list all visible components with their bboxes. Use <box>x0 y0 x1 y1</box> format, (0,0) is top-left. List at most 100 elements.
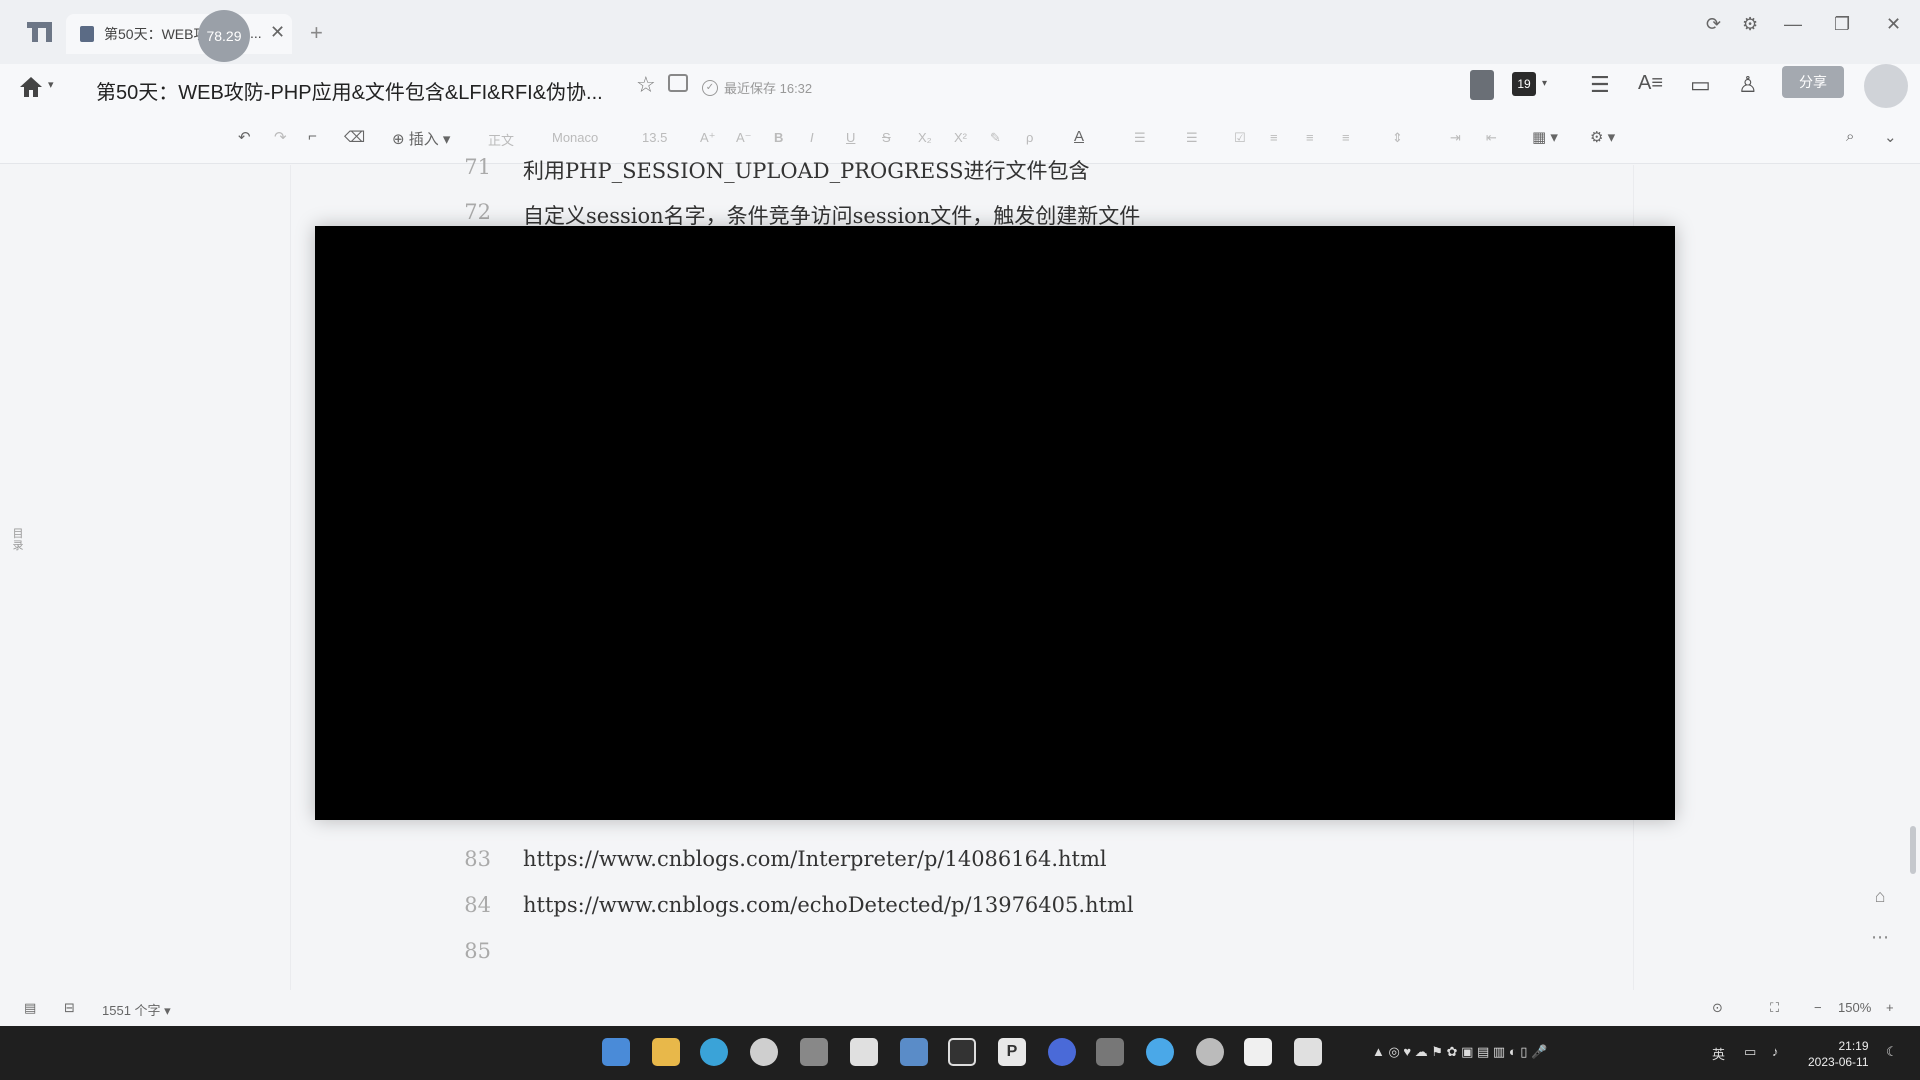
line-number: 71 <box>464 155 491 179</box>
line-spacing-icon[interactable]: ⇕ <box>1392 130 1403 146</box>
undo-icon[interactable]: ↶ <box>238 128 251 146</box>
terminal-icon[interactable] <box>948 1038 976 1066</box>
chat-icon[interactable] <box>1146 1038 1174 1066</box>
file-explorer-icon[interactable] <box>652 1038 680 1066</box>
bullet-list-icon[interactable]: ☰ <box>1134 130 1146 146</box>
line-number: 85 <box>464 939 491 963</box>
play-icon[interactable]: ⊙ <box>1712 1000 1723 1016</box>
align-right-icon[interactable]: ≡ <box>1342 130 1350 145</box>
close-window-button[interactable]: ✕ <box>1886 14 1901 35</box>
outline-icon[interactable]: ▤ <box>24 1000 36 1016</box>
search-icon[interactable]: ⌕ <box>1846 128 1854 145</box>
app-logo-icon <box>27 22 52 42</box>
toc-tab[interactable]: 目录 <box>8 528 28 574</box>
collaborator-count[interactable]: 19 <box>1512 72 1536 96</box>
notification-icon[interactable]: ☾ <box>1886 1044 1898 1060</box>
browser-icon[interactable] <box>750 1038 778 1066</box>
media-icon[interactable] <box>1196 1038 1224 1066</box>
line-text: https://www.cnblogs.com/echoDetected/p/1… <box>523 893 1134 917</box>
ime-indicator[interactable]: 英 <box>1712 1044 1725 1063</box>
zoom-in-button[interactable]: + <box>1886 1000 1894 1015</box>
increase-font-icon[interactable]: A⁺ <box>700 130 716 146</box>
chevron-down-icon[interactable]: ⌄ <box>1884 128 1897 146</box>
chevron-down-icon[interactable]: ▾ <box>48 78 54 91</box>
checklist-icon[interactable]: ☑ <box>1234 130 1246 146</box>
title-bar: 第50天：WEB攻防-PHP应用&文件包含&LFI&RFI&伪协议 78.29 … <box>0 0 1920 64</box>
start-icon[interactable] <box>602 1038 630 1066</box>
scrollbar[interactable] <box>1910 826 1916 874</box>
photos-icon[interactable] <box>900 1038 928 1066</box>
zoom-level[interactable]: 150% <box>1838 1000 1871 1015</box>
close-tab-icon[interactable]: ✕ <box>270 22 285 43</box>
volume-icon[interactable]: ♪ <box>1772 1044 1779 1059</box>
sync-icon[interactable] <box>1048 1038 1076 1066</box>
insert-button[interactable]: ⊕ 插入 ▾ <box>392 128 450 149</box>
star-icon[interactable]: ☆ <box>636 72 656 98</box>
share-button[interactable]: 分享 <box>1782 66 1844 98</box>
document-tab[interactable]: 第50天：WEB攻防-PHP应用&文件包含&LFI&RFI&伪协议 78.29 … <box>66 10 292 62</box>
app-icon[interactable] <box>850 1038 878 1066</box>
line-text: 利用PHP_SESSION_UPLOAD_PROGRESS进行文件包含 <box>523 159 1090 183</box>
style-select[interactable]: 正文 <box>488 130 514 149</box>
ai-icon[interactable] <box>800 1038 828 1066</box>
tray-icons[interactable]: ▲ ◎ ♥ ☁ ⚑ ✿ ▣ ▤ ▥ ◐ ▯ 🎤 <box>1372 1044 1547 1060</box>
tab-ellipsis: ... <box>250 25 262 41</box>
align-left-icon[interactable]: ≡ <box>1270 130 1278 145</box>
more-icon[interactable]: ⋯ <box>1860 927 1900 948</box>
font-select[interactable]: Monaco <box>552 130 598 145</box>
collaborators-icon[interactable] <box>1470 70 1494 100</box>
qr-icon[interactable] <box>1096 1038 1124 1066</box>
italic-icon[interactable]: I <box>810 130 814 145</box>
feedback-icon[interactable]: ⌂ <box>1860 886 1900 907</box>
user-icon[interactable]: ♙ <box>1738 72 1758 98</box>
avatar[interactable] <box>1864 64 1908 108</box>
indent-icon[interactable]: ⇥ <box>1450 130 1461 146</box>
underline-icon[interactable]: U <box>846 130 855 145</box>
font-color-icon[interactable]: A <box>1074 128 1084 145</box>
line-number: 72 <box>464 200 491 224</box>
line-number: 84 <box>464 893 491 917</box>
fullscreen-icon[interactable]: ⛶ <box>1770 1000 1779 1016</box>
page-title[interactable]: 第50天：WEB攻防-PHP应用&文件包含&LFI&RFI&伪协... <box>96 76 603 105</box>
notes-icon[interactable] <box>1294 1038 1322 1066</box>
font-size-select[interactable]: 13.5 <box>642 130 667 145</box>
clock-date: 2023-06-11 <box>1808 1055 1869 1069</box>
save-status: ✓ 最近保存 16:32 <box>702 78 812 97</box>
edge-icon[interactable] <box>700 1038 728 1066</box>
docs-icon[interactable] <box>1244 1038 1272 1066</box>
present-icon[interactable]: ▭ <box>1690 72 1711 98</box>
numbered-list-icon[interactable]: ☰ <box>1186 130 1198 146</box>
refresh-icon[interactable]: ⟳ <box>1706 14 1721 35</box>
decrease-font-icon[interactable]: A⁻ <box>736 130 752 146</box>
new-tab-button[interactable]: + <box>310 20 323 46</box>
menu-icon[interactable]: ☰ <box>1590 72 1610 98</box>
table-icon[interactable]: ▦ ▾ <box>1532 128 1558 146</box>
system-clock[interactable]: 21:19 2023-06-11 <box>1808 1038 1869 1070</box>
bold-icon[interactable]: B <box>774 130 783 145</box>
maximize-button[interactable]: ❐ <box>1834 14 1850 35</box>
p-app-icon[interactable]: P <box>998 1038 1026 1066</box>
redo-icon[interactable]: ↷ <box>274 128 287 146</box>
superscript-icon[interactable]: X² <box>954 130 967 145</box>
video-overlay <box>315 226 1675 820</box>
chevron-down-icon[interactable]: ▾ <box>1542 78 1547 89</box>
move-folder-icon[interactable] <box>668 74 688 92</box>
plugin-icon[interactable]: ⚙ ▾ <box>1590 128 1615 146</box>
home-icon[interactable] <box>18 74 44 100</box>
zoom-out-button[interactable]: − <box>1814 1000 1822 1015</box>
network-icon[interactable]: ▭ <box>1744 1044 1756 1060</box>
highlight-icon[interactable]: ✎ <box>990 130 1001 146</box>
strikethrough-icon[interactable]: S <box>882 130 891 145</box>
format-painter-icon[interactable]: ⌐ <box>308 128 317 145</box>
text-style-icon[interactable]: A≡ <box>1638 72 1663 95</box>
eraser-icon[interactable]: ⌫ <box>344 128 365 146</box>
subscript-icon[interactable]: X₂ <box>918 130 932 145</box>
print-layout-icon[interactable]: ⊟ <box>64 1000 75 1016</box>
settings-icon[interactable]: ⚙ <box>1742 14 1758 35</box>
minimize-button[interactable]: — <box>1784 14 1802 35</box>
text-color-icon[interactable]: ρ <box>1026 130 1033 145</box>
align-center-icon[interactable]: ≡ <box>1306 130 1314 145</box>
outdent-icon[interactable]: ⇤ <box>1486 130 1497 146</box>
word-count[interactable]: 1551 个字 ▾ <box>102 1000 171 1019</box>
save-status-text: 最近保存 16:32 <box>724 81 813 96</box>
